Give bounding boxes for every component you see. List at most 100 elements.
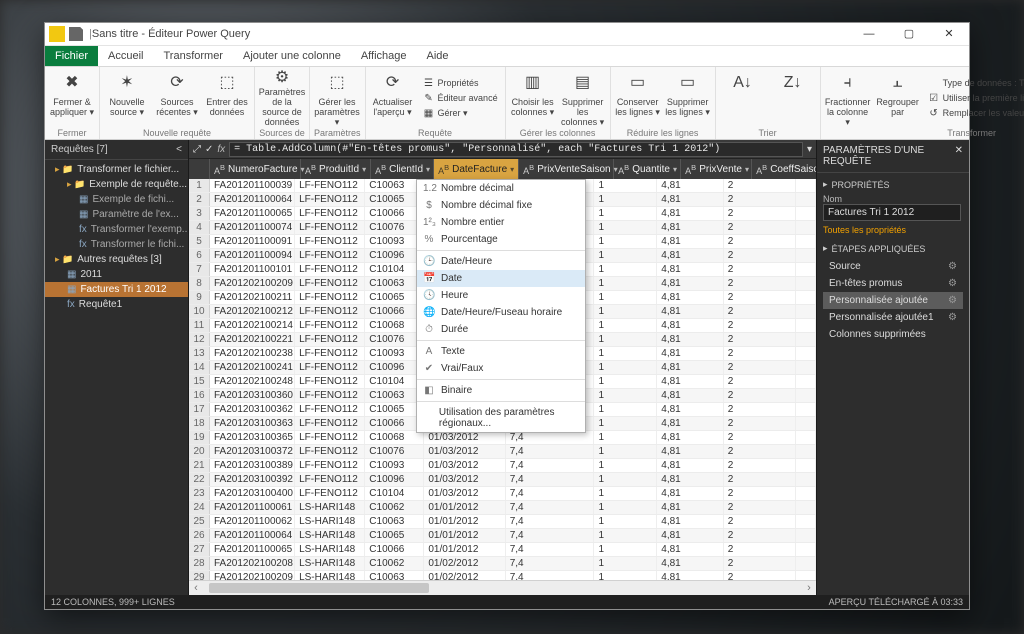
ribbon-button[interactable]: A↓ bbox=[720, 69, 766, 127]
menu-tab-transformer[interactable]: Transformer bbox=[153, 46, 233, 66]
column-header-date[interactable]: ABDateFacture▾ bbox=[434, 159, 519, 179]
close-settings-icon[interactable]: ✕ bbox=[955, 145, 963, 167]
gear-icon[interactable]: ⚙ bbox=[948, 261, 957, 272]
column-header-prod[interactable]: ABProduitId▾ bbox=[301, 159, 371, 179]
type-option[interactable]: 1²₃Nombre entier bbox=[417, 214, 585, 231]
query-node[interactable]: ▸ 📁Autres requêtes [3] bbox=[45, 252, 188, 267]
table-row[interactable]: 20FA201203100372LF-FENO112C1007601/03/20… bbox=[189, 445, 816, 459]
ribbon-item[interactable]: Type de données : Texte ▾ bbox=[925, 76, 1024, 90]
minimize-button[interactable]: — bbox=[849, 23, 889, 45]
ribbon-button[interactable]: ▭Conserver les lignes ▾ bbox=[615, 69, 661, 127]
gear-icon[interactable]: ⚙ bbox=[948, 278, 957, 289]
ribbon-button[interactable]: ▭Supprimer les lignes ▾ bbox=[665, 69, 711, 127]
table-row[interactable]: 28FA201202100208LS-HARI148C1006201/02/20… bbox=[189, 557, 816, 571]
type-option[interactable]: 🌐Date/Heure/Fuseau horaire bbox=[417, 304, 585, 321]
column-dropdown-icon[interactable]: ▾ bbox=[614, 165, 618, 174]
ribbon-button[interactable]: ⫞Fractionner la colonne ▾ bbox=[825, 69, 871, 127]
formula-dropdown-icon[interactable]: ▾ bbox=[807, 144, 812, 155]
accept-icon[interactable]: ✓ bbox=[205, 144, 213, 155]
column-dropdown-icon[interactable]: ▾ bbox=[362, 165, 366, 174]
applied-step[interactable]: Personnalisée ajoutée⚙ bbox=[823, 292, 963, 309]
table-row[interactable]: 29FA201202100209LS-HARI148C1006301/02/20… bbox=[189, 571, 816, 580]
gear-icon[interactable]: ⚙ bbox=[948, 295, 957, 306]
menu-tab-fichier[interactable]: Fichier bbox=[45, 46, 98, 66]
query-node[interactable]: ▸ 📁Exemple de requête... bbox=[45, 177, 188, 192]
column-header-prix[interactable]: ABPrixVente▾ bbox=[681, 159, 752, 179]
menu-tab-affichage[interactable]: Affichage bbox=[351, 46, 417, 66]
query-node[interactable]: fxTransformer le fichi... bbox=[45, 237, 188, 252]
gear-icon[interactable]: ⚙ bbox=[948, 312, 957, 323]
type-option[interactable]: ATexte bbox=[417, 343, 585, 360]
applied-step[interactable]: Colonnes supprimées bbox=[823, 326, 963, 343]
ribbon-button[interactable]: Z↓ bbox=[770, 69, 816, 127]
query-node[interactable]: fxTransformer l'exemp... bbox=[45, 222, 188, 237]
table-row[interactable]: 26FA201201100064LS-HARI148C1006501/01/20… bbox=[189, 529, 816, 543]
ribbon-button[interactable]: ⬚Gérer les paramètres ▾ bbox=[314, 69, 360, 127]
menu-tab-ajouter-une-colonne[interactable]: Ajouter une colonne bbox=[233, 46, 351, 66]
type-option[interactable]: 1.2Nombre décimal bbox=[417, 180, 585, 197]
all-properties-link[interactable]: Toutes les propriétés bbox=[823, 225, 963, 235]
type-option[interactable]: 📅Date bbox=[417, 270, 585, 287]
horizontal-scrollbar[interactable]: ‹ › bbox=[189, 580, 816, 595]
ribbon-item[interactable]: ☑Utiliser la première ligne pour les en-… bbox=[925, 91, 1024, 105]
column-header-coef[interactable]: ABCoeffSaison▾ bbox=[752, 159, 816, 179]
ribbon-button[interactable]: ✖Fermer & appliquer ▾ bbox=[49, 69, 95, 127]
maximize-button[interactable]: ▢ bbox=[889, 23, 929, 45]
column-dropdown-icon[interactable]: ▾ bbox=[510, 165, 514, 174]
table-row[interactable]: 23FA201203100400LF-FENO112C1010401/03/20… bbox=[189, 487, 816, 501]
type-option[interactable]: $Nombre décimal fixe bbox=[417, 197, 585, 214]
table-row[interactable]: 22FA201203100392LF-FENO112C1009601/03/20… bbox=[189, 473, 816, 487]
column-header-client[interactable]: ABClientId▾ bbox=[371, 159, 434, 179]
query-node[interactable]: ▦Exemple de fichi... bbox=[45, 192, 188, 207]
table-row[interactable]: 24FA201201100061LS-HARI148C1006201/01/20… bbox=[189, 501, 816, 515]
scroll-right-icon[interactable]: › bbox=[802, 581, 816, 595]
type-option[interactable]: ⏱Durée bbox=[417, 321, 585, 338]
expand-icon[interactable]: ⤢ bbox=[193, 144, 201, 155]
applied-step[interactable]: Source⚙ bbox=[823, 258, 963, 275]
column-dropdown-icon[interactable]: ▾ bbox=[426, 165, 430, 174]
column-header-numero[interactable]: ABNumeroFacture▾ bbox=[210, 159, 301, 179]
menu-tab-aide[interactable]: Aide bbox=[417, 46, 459, 66]
table-row[interactable]: 25FA201201100062LS-HARI148C1006301/01/20… bbox=[189, 515, 816, 529]
menu-tab-accueil[interactable]: Accueil bbox=[98, 46, 153, 66]
applied-step[interactable]: Personnalisée ajoutée1⚙ bbox=[823, 309, 963, 326]
ribbon-button[interactable]: ⫠Regrouper par bbox=[875, 69, 921, 127]
type-option[interactable]: 🕓Heure bbox=[417, 287, 585, 304]
scroll-thumb[interactable] bbox=[209, 583, 429, 593]
ribbon-item[interactable]: ✎Éditeur avancé bbox=[420, 91, 501, 105]
column-header-pvs[interactable]: ABPrixVenteSaison▾ bbox=[519, 159, 614, 179]
ribbon-button[interactable]: ⟳Sources récentes ▾ bbox=[154, 69, 200, 127]
column-dropdown-icon[interactable]: ▾ bbox=[745, 165, 749, 174]
query-node[interactable]: ▸ 📁Transformer le fichier... bbox=[45, 162, 188, 177]
ribbon-item[interactable]: ☰Propriétés bbox=[420, 76, 501, 90]
query-node[interactable]: ▦2011 bbox=[45, 267, 188, 282]
ribbon-item[interactable]: ↺Remplacer les valeurs bbox=[925, 106, 1024, 120]
query-node[interactable]: fxRequête1 bbox=[45, 297, 188, 312]
type-option[interactable]: 🕒Date/Heure bbox=[417, 253, 585, 270]
table-row[interactable]: 27FA201201100065LS-HARI148C1006601/01/20… bbox=[189, 543, 816, 557]
table-row[interactable]: 19FA201203100365LF-FENO112C1006801/03/20… bbox=[189, 431, 816, 445]
query-node[interactable]: ▦Paramètre de l'ex... bbox=[45, 207, 188, 222]
table-row[interactable]: 21FA201203100389LF-FENO112C1009301/03/20… bbox=[189, 459, 816, 473]
ribbon-item[interactable]: ▦Gérer ▾ bbox=[420, 106, 501, 120]
column-dropdown-icon[interactable]: ▾ bbox=[673, 165, 677, 174]
scroll-left-icon[interactable]: ‹ bbox=[189, 581, 203, 595]
query-node[interactable]: ▦Factures Tri 1 2012 bbox=[45, 282, 188, 297]
type-option[interactable]: ✔Vrai/Faux bbox=[417, 360, 585, 377]
type-option[interactable]: Utilisation des paramètres régionaux... bbox=[417, 404, 585, 432]
close-button[interactable]: ✕ bbox=[929, 23, 969, 45]
type-option[interactable]: %Pourcentage bbox=[417, 231, 585, 248]
ribbon-button[interactable]: ✶Nouvelle source ▾ bbox=[104, 69, 150, 127]
ribbon-button[interactable]: ⟳Actualiser l'aperçu ▾ bbox=[370, 69, 416, 127]
column-header-qte[interactable]: ABQuantite▾ bbox=[614, 159, 681, 179]
type-option[interactable]: ◧Binaire bbox=[417, 382, 585, 399]
ribbon-button[interactable]: ▤Supprimer les colonnes ▾ bbox=[560, 69, 606, 127]
formula-input[interactable]: = Table.AddColumn(#"En-têtes promus", "P… bbox=[229, 142, 803, 157]
query-name-input[interactable] bbox=[823, 204, 961, 221]
save-icon[interactable] bbox=[69, 27, 83, 41]
applied-step[interactable]: En-têtes promus⚙ bbox=[823, 275, 963, 292]
column-dropdown-icon[interactable]: ▾ bbox=[301, 165, 305, 174]
ribbon-button[interactable]: ▥Choisir les colonnes ▾ bbox=[510, 69, 556, 127]
ribbon-button[interactable]: ⬚Entrer des données bbox=[204, 69, 250, 127]
ribbon-button[interactable]: ⚙Paramètres de la source de données bbox=[259, 69, 305, 127]
